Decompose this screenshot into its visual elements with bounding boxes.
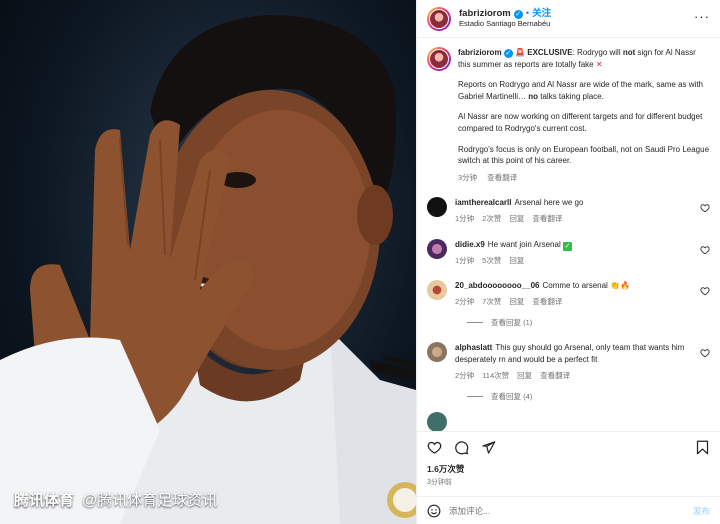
comment-text: Arsenal here we go [514,198,584,208]
caption-avatar[interactable] [427,47,451,71]
heart-icon[interactable] [700,203,710,213]
separator: • [525,7,530,19]
comment-avatar[interactable] [427,197,447,218]
fire-icon: 🔥 [620,281,630,291]
comment-likes[interactable]: 7次赞 [482,296,501,308]
comment-username[interactable]: alphaslatt [455,343,492,352]
caption-paragraph: Rodrygo's focus is only on European foot… [458,144,710,166]
post-comment-button[interactable]: 发布 [693,505,710,517]
author-username[interactable]: fabriziorom [459,8,511,20]
comment-time: 1分钟 [455,213,475,223]
comment-item: didie.x9 He want join Arsenal ✓ 1分钟 5次赞 回… [427,238,710,267]
reply-button[interactable]: 回复 [509,255,524,267]
view-replies-button[interactable]: 查看回复 (4) [467,391,710,402]
comment-likes[interactable]: 2次赞 [482,213,501,225]
translate-link[interactable]: 查看翻译 [540,370,570,382]
heart-icon[interactable] [700,245,710,255]
comment-username[interactable]: 20_abdoooooooo__06 [455,281,539,290]
caption-text: : Rodrygo will [572,48,623,57]
verified-badge-icon: ✓ [503,49,513,58]
siren-icon: 🚨 [515,48,525,57]
clapping-hands-icon: 👏 [610,281,621,291]
comment-likes[interactable]: 114次赞 [482,370,509,382]
comment-bubble-icon[interactable] [454,440,469,455]
post-time-ago: 3分钟前 [427,479,452,486]
reply-button[interactable]: 回复 [517,370,532,382]
comment-avatar[interactable] [427,412,447,431]
caption-translate-link[interactable]: 查看翻译 [487,172,517,184]
add-comment-bar: 添加评论... 发布 [417,496,720,524]
verified-badge-icon: ✓ [513,9,523,19]
view-replies-label: 查看回复 (1) [491,318,533,328]
follow-button[interactable]: 关注 [532,8,551,20]
caption-text: talks taking place. [538,91,604,101]
comment-time: 1分钟 [455,255,475,265]
comment-input[interactable]: 添加评论... [449,505,685,517]
post-photo: 腾讯体育 @腾讯体育足球资讯 [0,0,416,524]
comment-time: 2分钟 [455,296,475,306]
comment-item: alphaslatt This guy should go Arsenal, on… [427,342,710,381]
caption-text-bold: not [622,48,636,57]
caption-username[interactable]: fabriziorom [458,48,502,57]
comment-likes[interactable]: 5次赞 [482,255,501,267]
comment-time: 2分钟 [455,370,475,380]
translate-link[interactable]: 查看翻译 [532,213,562,225]
location-link[interactable]: Estadio Santiago Bernabéu [459,19,551,29]
cross-mark-icon: ✕ [595,59,603,69]
post-caption: fabriziorom ✓ 🚨 EXCLUSIVE: Rodrygo will … [427,47,710,183]
more-dots-icon[interactable]: ··· [694,10,710,23]
comment-item: iamtherealcarll Arsenal here we go 1分钟 2次… [427,197,710,224]
player-photo-illustration [0,15,416,524]
comment-avatar[interactable] [427,342,447,363]
watermark: 腾讯体育 @腾讯体育足球资讯 [14,489,217,510]
comment-avatar[interactable] [427,238,447,259]
post-header: fabriziorom ✓ • 关注 Estadio Santiago Bern… [417,0,720,38]
likes-count[interactable]: 1.6万次赞 [427,463,464,475]
heart-icon[interactable] [700,286,710,296]
reply-button[interactable]: 回复 [509,296,524,308]
comment-username[interactable]: didie.x9 [455,240,485,249]
watermark-brand: 腾讯体育 [14,492,75,509]
view-replies-button[interactable]: 查看回复 (1) [467,317,710,328]
view-replies-label: 查看回复 (4) [491,392,533,402]
comment-item: 20_abdoooooooo__06 Comme to arsenal 👏🔥 2分… [427,280,710,307]
replies-line [467,322,483,324]
replies-line [467,396,483,398]
comment-avatar[interactable] [427,280,447,301]
share-send-icon[interactable] [481,440,496,455]
caption-time: 3分钟 [458,172,478,182]
action-bar [417,431,720,463]
comment-text: Comme to arsenal [542,281,608,291]
post-panel: fabriziorom ✓ • 关注 Estadio Santiago Bern… [416,0,720,524]
author-avatar[interactable] [427,6,451,31]
comments-scroll-area[interactable]: fabriziorom ✓ 🚨 EXCLUSIVE: Rodrygo will … [417,39,720,431]
comment-text: He want join Arsenal [487,239,561,249]
like-heart-icon[interactable] [427,440,442,455]
comment-username[interactable]: iamtherealcarll [455,198,511,207]
bookmark-icon[interactable] [695,440,710,455]
watermark-handle: @腾讯体育足球资讯 [82,492,218,509]
caption-text-bold: no [528,91,539,101]
reply-button[interactable]: 回复 [509,213,524,225]
caption-exclusive: EXCLUSIVE [527,48,573,57]
translate-link[interactable]: 查看翻译 [532,296,562,308]
caption-paragraph: Al Nassr are now working on different ta… [458,112,703,133]
heart-icon[interactable] [700,348,710,358]
check-mark-icon: ✓ [562,241,572,251]
emoji-icon[interactable] [427,504,441,518]
